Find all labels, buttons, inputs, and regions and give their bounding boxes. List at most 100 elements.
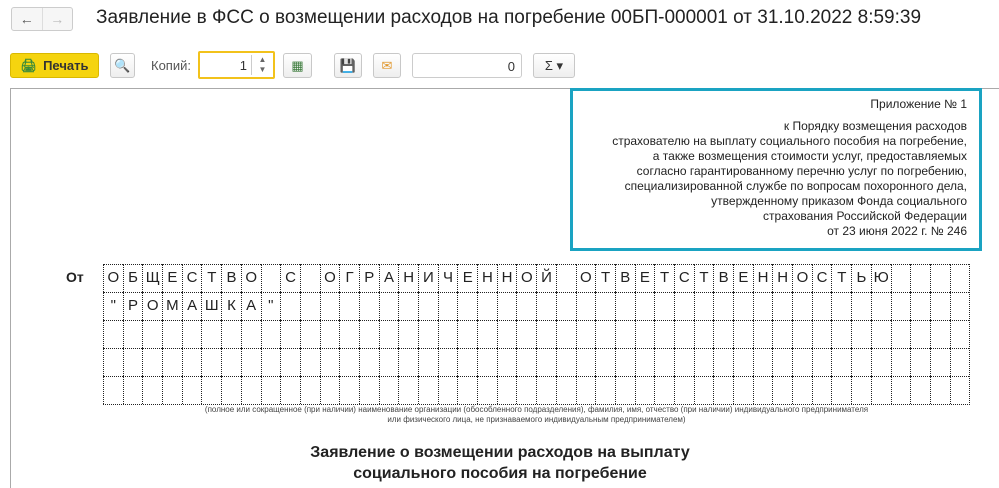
grid-cell[interactable] [634, 320, 655, 348]
grid-cell[interactable] [772, 376, 793, 404]
grid-cell[interactable]: О [319, 264, 340, 292]
grid-cell[interactable] [457, 320, 478, 348]
grid-cell[interactable] [240, 348, 261, 376]
grid-cell[interactable] [142, 376, 163, 404]
grid-cell[interactable] [752, 292, 773, 320]
grid-cell[interactable] [477, 376, 497, 404]
grid-cell[interactable]: В [614, 264, 635, 292]
grid-cell[interactable] [634, 376, 655, 404]
grid-cell[interactable]: Й [536, 264, 556, 292]
grid-cell[interactable] [673, 292, 694, 320]
grid-cell[interactable] [358, 292, 379, 320]
grid-cell[interactable]: С [280, 264, 300, 292]
grid-cell[interactable] [555, 348, 576, 376]
grid-cell[interactable]: Т [654, 264, 674, 292]
grid-cell[interactable] [319, 376, 340, 404]
grid-cell[interactable]: О [575, 264, 596, 292]
grid-cell[interactable] [831, 348, 852, 376]
grid-cell[interactable] [437, 292, 458, 320]
grid-cell[interactable] [181, 348, 202, 376]
grid-cell[interactable] [142, 348, 163, 376]
grid-cell[interactable]: С [811, 264, 832, 292]
grid-cell[interactable]: Т [595, 264, 615, 292]
grid-cell[interactable]: Г [339, 264, 359, 292]
save-button[interactable]: 💾 [334, 53, 362, 78]
grid-cell[interactable] [457, 348, 478, 376]
grid-cell[interactable] [595, 320, 615, 348]
grid-cell[interactable] [870, 376, 891, 404]
grid-cell[interactable] [673, 320, 694, 348]
grid-cell[interactable] [851, 348, 871, 376]
grid-cell[interactable] [555, 292, 576, 320]
grid-cell[interactable]: " [103, 292, 123, 320]
grid-cell[interactable] [398, 376, 418, 404]
print-button[interactable]: 🖨 Печать [10, 53, 99, 78]
grid-cell[interactable] [221, 348, 241, 376]
grid-cell[interactable] [260, 348, 281, 376]
grid-cell[interactable]: М [162, 292, 182, 320]
grid-cell[interactable]: Р [358, 264, 379, 292]
grid-cell[interactable]: " [260, 292, 281, 320]
grid-cell[interactable] [378, 292, 399, 320]
grid-cell[interactable] [910, 320, 930, 348]
grid-cell[interactable] [949, 320, 970, 348]
grid-cell[interactable] [831, 292, 852, 320]
grid-cell[interactable] [929, 292, 950, 320]
grid-cell[interactable] [792, 292, 812, 320]
grid-cell[interactable] [851, 292, 871, 320]
grid-cell[interactable] [240, 376, 261, 404]
grid-cell[interactable]: Щ [142, 264, 163, 292]
forward-arrow-icon[interactable]: → [43, 8, 73, 30]
grid-cell[interactable] [929, 376, 950, 404]
preview-button[interactable]: 🔍 [110, 53, 135, 78]
grid-cell[interactable] [181, 320, 202, 348]
grid-cell[interactable] [496, 292, 517, 320]
grid-cell[interactable]: Р [122, 292, 143, 320]
grid-cell[interactable]: Н [496, 264, 517, 292]
grid-cell[interactable] [103, 376, 123, 404]
grid-cell[interactable] [299, 292, 320, 320]
grid-cell[interactable] [634, 292, 655, 320]
grid-cell[interactable] [870, 292, 891, 320]
back-arrow-icon[interactable]: ← [12, 8, 43, 30]
grid-cell[interactable] [890, 320, 911, 348]
grid-cell[interactable]: Е [162, 264, 182, 292]
grid-cell[interactable] [575, 376, 596, 404]
grid-cell[interactable]: А [240, 292, 261, 320]
grid-cell[interactable] [260, 264, 281, 292]
grid-cell[interactable]: С [673, 264, 694, 292]
grid-cell[interactable]: О [240, 264, 261, 292]
grid-cell[interactable]: О [142, 292, 163, 320]
grid-cell[interactable] [378, 376, 399, 404]
grid-cell[interactable] [831, 376, 852, 404]
grid-cell[interactable] [418, 320, 438, 348]
grid-cell[interactable] [910, 376, 930, 404]
grid-cell[interactable]: Б [122, 264, 143, 292]
grid-cell[interactable] [477, 320, 497, 348]
grid-cell[interactable] [673, 348, 694, 376]
grid-cell[interactable] [929, 348, 950, 376]
grid-cell[interactable] [536, 320, 556, 348]
grid-cell[interactable] [811, 320, 832, 348]
grid-cell[interactable] [398, 320, 418, 348]
grid-cell[interactable] [536, 292, 556, 320]
grid-cell[interactable] [280, 376, 300, 404]
grid-cell[interactable] [516, 348, 537, 376]
grid-cell[interactable]: Т [831, 264, 852, 292]
grid-cell[interactable] [339, 292, 359, 320]
grid-cell[interactable] [851, 320, 871, 348]
grid-cell[interactable] [733, 376, 753, 404]
grid-cell[interactable] [280, 348, 300, 376]
grid-cell[interactable] [378, 320, 399, 348]
grid-cell[interactable] [358, 376, 379, 404]
grid-cell[interactable]: Е [733, 264, 753, 292]
grid-cell[interactable] [280, 320, 300, 348]
grid-cell[interactable] [733, 348, 753, 376]
grid-cell[interactable] [634, 348, 655, 376]
grid-cell[interactable] [693, 292, 714, 320]
grid-cell[interactable]: Ь [851, 264, 871, 292]
grid-cell[interactable] [122, 320, 143, 348]
grid-cell[interactable] [870, 348, 891, 376]
grid-cell[interactable] [299, 376, 320, 404]
grid-cell[interactable] [890, 264, 911, 292]
